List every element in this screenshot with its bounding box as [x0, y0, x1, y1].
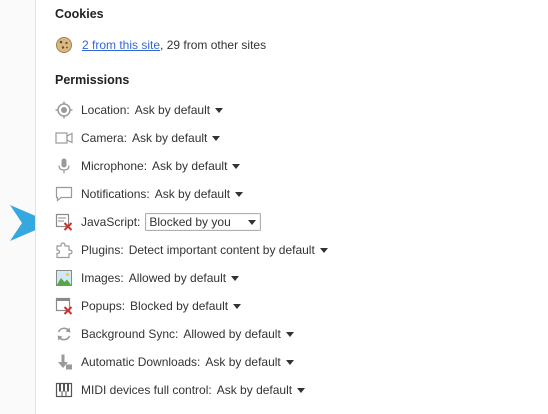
permission-value-camera: Ask by default	[132, 131, 208, 145]
permission-value-javascript: Blocked by you	[149, 215, 231, 229]
permission-select-javascript[interactable]: Blocked by you	[145, 213, 262, 231]
permission-value-microphone: Ask by default	[152, 159, 228, 173]
chevron-down-icon	[235, 191, 244, 197]
permission-value-images: Allowed by default	[128, 271, 227, 285]
chevron-down-icon	[248, 219, 257, 225]
permission-select-midi[interactable]: Ask by default	[216, 383, 306, 397]
images-icon	[56, 270, 72, 286]
permission-select-microphone[interactable]: Ask by default	[152, 159, 241, 173]
permission-select-notifications[interactable]: Ask by default	[154, 187, 244, 201]
permission-row-camera: Camera: Ask by default	[55, 128, 221, 148]
plugins-icon	[56, 242, 73, 259]
permission-row-javascript: JavaScript: Blocked by you	[55, 212, 262, 232]
permission-label-javascript: JavaScript:	[81, 215, 141, 229]
permission-row-midi: MIDI devices full control: Ask by defaul…	[55, 380, 306, 400]
permission-select-automatic-downloads[interactable]: Ask by default	[205, 355, 294, 369]
cookie-icon	[56, 37, 72, 53]
permission-select-location[interactable]: Ask by default	[134, 103, 224, 117]
permission-row-notifications: Notifications: Ask by default	[55, 184, 244, 204]
permission-label-images: Images:	[81, 271, 124, 285]
permission-select-plugins[interactable]: Detect important content by default	[129, 243, 328, 257]
permission-value-location: Ask by default	[134, 103, 211, 117]
site-settings-panel: Cookies 2 from this site, 29 from other …	[35, 0, 548, 414]
permission-value-popups: Blocked by default	[130, 299, 229, 313]
permission-label-midi: MIDI devices full control:	[81, 383, 212, 397]
permission-row-images: Images: Allowed by default	[55, 268, 240, 288]
permission-label-popups: Popups:	[81, 299, 126, 313]
chevron-down-icon	[215, 107, 224, 113]
permission-row-location: Location: Ask by default	[55, 100, 224, 120]
chevron-down-icon	[319, 247, 328, 253]
popups-blocked-icon	[55, 297, 73, 315]
cookies-heading: Cookies	[55, 7, 104, 21]
permission-row-microphone: Microphone: Ask by default	[55, 156, 241, 176]
chevron-down-icon	[297, 387, 306, 393]
location-icon	[55, 101, 73, 119]
permission-label-microphone: Microphone:	[81, 159, 148, 173]
permission-label-plugins: Plugins:	[81, 243, 124, 257]
permission-row-automatic-downloads: Automatic Downloads: Ask by default	[55, 352, 294, 372]
permission-select-background-sync[interactable]: Allowed by default	[183, 327, 294, 341]
chevron-down-icon	[212, 135, 221, 141]
permission-select-images[interactable]: Allowed by default	[128, 271, 240, 285]
download-icon	[58, 354, 72, 370]
midi-icon	[55, 382, 73, 398]
permission-label-location: Location:	[81, 103, 130, 117]
permission-value-background-sync: Allowed by default	[183, 327, 281, 341]
permissions-heading: Permissions	[55, 73, 130, 87]
permission-row-plugins: Plugins: Detect important content by def…	[55, 240, 328, 260]
permission-label-background-sync: Background Sync:	[81, 327, 179, 341]
permission-row-background-sync: Background Sync: Allowed by default	[55, 324, 294, 344]
notifications-icon	[55, 186, 73, 202]
camera-icon	[55, 132, 73, 144]
permission-select-camera[interactable]: Ask by default	[132, 131, 221, 145]
cookies-site-link[interactable]: 2 from this site	[82, 38, 160, 52]
permission-select-popups[interactable]: Blocked by default	[130, 299, 242, 313]
microphone-icon	[58, 158, 70, 174]
permission-value-midi: Ask by default	[216, 383, 293, 397]
permission-label-notifications: Notifications:	[81, 187, 150, 201]
chevron-down-icon	[285, 331, 294, 337]
permission-label-automatic-downloads: Automatic Downloads:	[81, 355, 201, 369]
permission-value-automatic-downloads: Ask by default	[205, 355, 281, 369]
permission-row-popups: Popups: Blocked by default	[55, 296, 242, 316]
cookies-row: 2 from this site, 29 from other sites	[55, 36, 266, 54]
permission-value-plugins: Detect important content by default	[128, 243, 315, 257]
permission-label-camera: Camera:	[81, 131, 128, 145]
background-sync-icon	[57, 327, 71, 341]
chevron-down-icon	[285, 359, 294, 365]
cookies-other-text: , 29 from other sites	[160, 38, 267, 52]
javascript-blocked-icon	[55, 213, 73, 231]
chevron-down-icon	[232, 163, 241, 169]
chevron-down-icon	[233, 303, 242, 309]
chevron-down-icon	[231, 275, 240, 281]
permission-value-notifications: Ask by default	[154, 187, 231, 201]
